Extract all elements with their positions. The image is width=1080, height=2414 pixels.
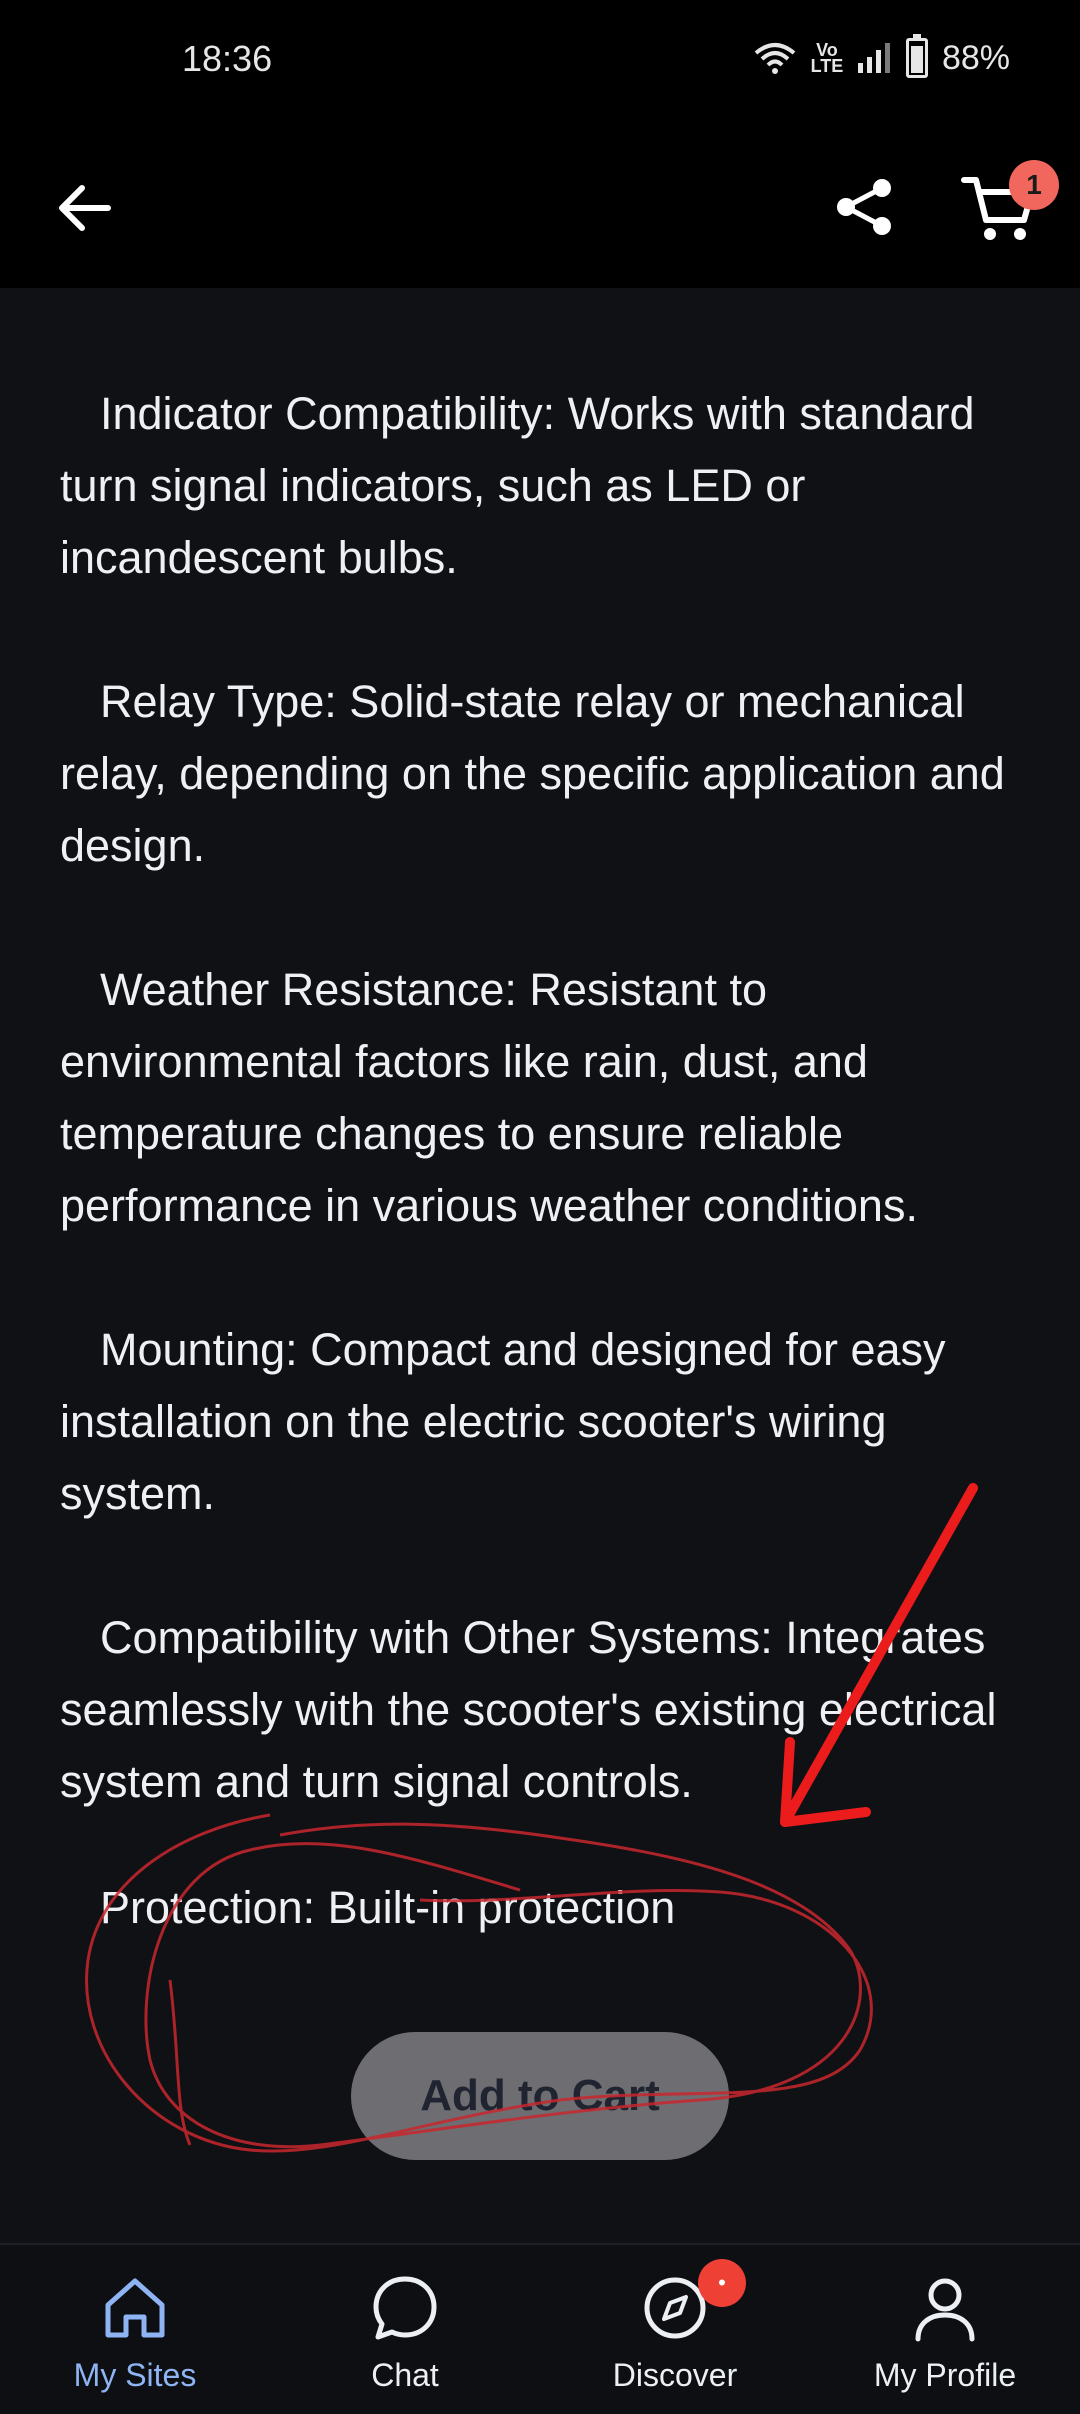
app-bar [0, 126, 1080, 288]
nav-discover[interactable]: Discover [540, 2245, 810, 2414]
home-icon [105, 2278, 165, 2338]
nav-my-profile[interactable]: My Profile [810, 2245, 1080, 2414]
product-description: Indicator Compatibility: Works with stan… [60, 378, 1020, 1983]
person-icon [915, 2278, 975, 2342]
cart-count-badge: 1 [1009, 160, 1059, 210]
nav-label: Chat [371, 2357, 439, 2393]
share-icon[interactable] [832, 174, 898, 240]
status-icons: Vo LTE 88% [754, 34, 1010, 78]
wifi-icon [754, 43, 796, 74]
chat-icon [373, 2276, 437, 2340]
nav-label: Discover [612, 2357, 738, 2393]
spec-paragraph: Relay Type: Solid-state relay or mechani… [60, 676, 1005, 871]
bottom-navigation: My Sites Chat Discover My Profile [0, 2243, 1080, 2414]
battery-percent: 88% [941, 38, 1010, 77]
spec-paragraph: Compatibility with Other Systems: Integr… [60, 1612, 997, 1807]
add-to-cart-button[interactable]: Add to Cart [351, 2032, 729, 2160]
status-bar: 18:36 Vo LTE 88% [0, 0, 1080, 126]
volte-indicator: Vo LTE [810, 40, 844, 76]
signal-icon [857, 43, 890, 73]
nav-label: My Profile [873, 2357, 1017, 2393]
discover-notification-badge: • [698, 2259, 746, 2307]
spec-paragraph: Indicator Compatibility: Works with stan… [60, 388, 975, 583]
battery-icon [905, 34, 928, 78]
back-arrow-icon[interactable] [52, 176, 116, 240]
spec-paragraph: Protection: Built-in protection [100, 1882, 676, 1933]
nav-label: My Sites [73, 2357, 197, 2393]
nav-my-sites[interactable]: My Sites [0, 2245, 270, 2414]
nav-chat[interactable]: Chat [270, 2245, 540, 2414]
spec-paragraph: Weather Resistance: Resistant to environ… [60, 964, 918, 1231]
status-time: 18:36 [182, 38, 273, 79]
spec-paragraph: Mounting: Compact and designed for easy … [60, 1324, 946, 1519]
